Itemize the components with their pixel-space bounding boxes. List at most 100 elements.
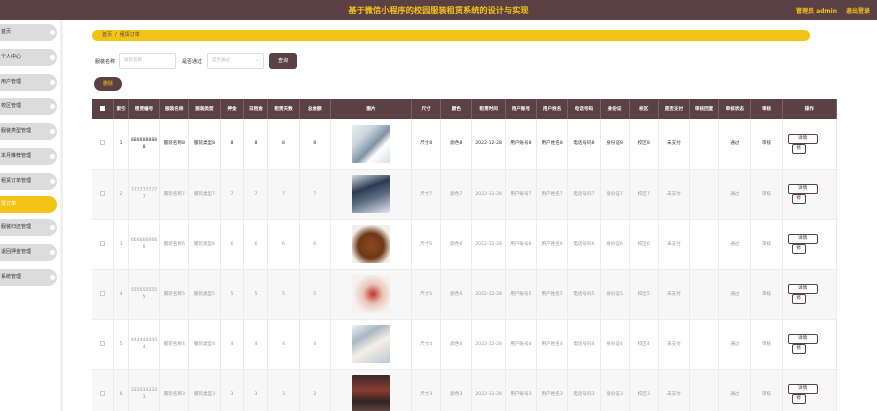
column-header[interactable]: 总金额: [299, 99, 331, 119]
sidebar-item[interactable]: 校区管理: [0, 98, 57, 115]
column-header[interactable]: 租赁时间: [471, 99, 506, 119]
detail-button[interactable]: 详情: [787, 384, 818, 394]
edit-button[interactable]: 修: [791, 244, 806, 254]
column-header[interactable]: 校区: [629, 99, 659, 119]
dot-icon: [50, 225, 55, 230]
row-checkbox[interactable]: [100, 390, 106, 396]
cell-account: 用户账号3: [505, 369, 538, 411]
row-checkbox[interactable]: [100, 340, 106, 346]
table-row[interactable]: 3 6666666666 服装名称6 服装类型6 6 6 6 6 尺寸6 颜色6 2022-12-2…: [92, 219, 838, 270]
dot-icon: [50, 55, 55, 60]
column-header[interactable]: 押金: [220, 99, 245, 119]
cell-idcard: 身份证5: [600, 269, 630, 320]
column-header[interactable]: 是否支付: [658, 99, 691, 119]
column-header[interactable]: 颜色: [440, 99, 473, 119]
cell-deposit: 8: [220, 119, 245, 170]
query-button[interactable]: 查询: [269, 53, 297, 69]
cell-audit[interactable]: 审核: [750, 319, 783, 370]
column-header[interactable]: 电话号码: [567, 99, 601, 119]
row-checkbox[interactable]: [100, 240, 106, 246]
breadcrumb-home[interactable]: 首页: [102, 32, 112, 38]
cell-audit[interactable]: 审核: [750, 369, 783, 411]
sidebar-item[interactable]: 租赁订单管理: [0, 173, 57, 190]
column-header[interactable]: 租赁天数: [267, 99, 300, 119]
cell-audit-status: 通过: [718, 269, 752, 320]
cell-account: 用户账号6: [505, 219, 538, 270]
cell-days: 4: [267, 319, 300, 370]
cell-deposit: 3: [220, 369, 245, 411]
garment-image-cell: [330, 219, 413, 270]
sidebar-item[interactable]: 首页: [0, 24, 57, 41]
detail-button[interactable]: 详情: [787, 234, 818, 244]
delete-button[interactable]: 删除: [94, 77, 122, 91]
sidebar-item[interactable]: 本月推荐管理: [0, 148, 57, 165]
cell-phone: 电话号码3: [567, 369, 601, 411]
table-row[interactable]: 1 8888888888 服装名称8 服装类型8 8 8 8 8 尺寸8 颜色8 2022-12-2…: [92, 119, 838, 170]
table-row[interactable]: 4 5555555555 服装名称5 服装类型5 5 5 5 5 尺寸5 颜色5 2022-12-2…: [92, 269, 838, 320]
sidebar-item[interactable]: 退回押金管理: [0, 244, 57, 261]
cell-audit[interactable]: 审核: [750, 219, 783, 270]
table-row[interactable]: 5 4444444444 服装名称4 服装类型4 4 4 4 4 尺寸4 颜色4 2022-12-2…: [92, 319, 838, 370]
column-header[interactable]: 索引: [113, 99, 129, 119]
cell-size: 尺寸7: [411, 169, 442, 220]
cell-color: 颜色4: [440, 319, 473, 370]
table-row[interactable]: 2 7777777777 服装名称7 服装类型7 7 7 7 7 尺寸7 颜色7 2022-12-2…: [92, 169, 838, 220]
detail-button[interactable]: 详情: [787, 184, 818, 194]
edit-button[interactable]: 修: [791, 294, 806, 304]
row-checkbox[interactable]: [100, 140, 106, 146]
edit-button[interactable]: 修: [791, 143, 806, 154]
dot-icon: [50, 275, 55, 280]
table-row[interactable]: 6 3333333333 服装名称3 服装类型3 3 3 3 3 尺寸3 颜色3 2022-12-2…: [92, 369, 838, 411]
column-header[interactable]: 图片: [330, 99, 413, 119]
row-actions: 详情修: [782, 269, 838, 320]
detail-button[interactable]: 详情: [787, 133, 818, 144]
detail-button[interactable]: 详情: [787, 284, 818, 294]
row-checkbox[interactable]: [100, 290, 106, 296]
detail-button[interactable]: 详情: [787, 334, 818, 344]
sidebar-item[interactable]: 个人中心: [0, 49, 57, 66]
column-header[interactable]: 日租金: [243, 99, 269, 119]
cell-audit[interactable]: 审核: [750, 269, 783, 320]
cell-index: 3: [113, 219, 129, 270]
column-header[interactable]: 服装名称: [159, 99, 190, 119]
row-select-cell: [92, 169, 115, 220]
column-header[interactable]: 用户姓名: [536, 99, 569, 119]
sidebar: 首页个人中心用户管理校区管理服装类型管理本月推荐管理租赁订单管理 赁订单服装归还管…: [0, 20, 63, 411]
sidebar-item[interactable]: 服装类型管理: [0, 123, 57, 140]
orders-table-wrap[interactable]: 索引 租赁编号 服装名称 服装类型 押金 日租金 租赁天数 总金额 图片 尺寸 颜色 租赁时间 用户账号…: [92, 99, 877, 411]
column-header[interactable]: 审核状态: [718, 99, 752, 119]
column-header[interactable]: 尺寸: [411, 99, 442, 119]
edit-button[interactable]: 修: [791, 394, 806, 404]
cell-reply: [689, 219, 720, 270]
cell-deposit: 7: [220, 169, 245, 220]
edit-button[interactable]: 修: [791, 194, 806, 204]
column-header[interactable]: 租赁编号: [128, 99, 161, 119]
edit-button[interactable]: 修: [791, 344, 806, 354]
sidebar-item-label: 本月推荐管理: [1, 153, 32, 159]
dot-icon: [50, 129, 55, 134]
column-header[interactable]: 操作: [782, 99, 838, 119]
sidebar-rail: [60, 20, 63, 411]
cell-days: 5: [267, 269, 300, 320]
cell-daily: 5: [243, 269, 269, 320]
garment-image: [351, 275, 390, 313]
cell-audit[interactable]: 审核: [750, 169, 783, 220]
cell-time: 2022-12-28: [471, 369, 506, 411]
cell-audit[interactable]: 审核: [750, 119, 783, 170]
name-search-input[interactable]: 服装名称: [119, 53, 176, 69]
sidebar-item[interactable]: 用户管理: [0, 74, 57, 91]
paid-filter-select[interactable]: 是否通过 ⌄: [207, 53, 264, 69]
column-header[interactable]: 审核: [750, 99, 783, 119]
select-all-checkbox[interactable]: [100, 106, 106, 111]
row-checkbox[interactable]: [100, 190, 106, 196]
column-header[interactable]: 身份证: [600, 99, 630, 119]
cell-paid: 未支付: [658, 369, 691, 411]
sidebar-item[interactable]: 系统管理: [0, 269, 57, 286]
sidebar-item[interactable]: 赁订单: [0, 196, 57, 213]
column-header[interactable]: 审核回复: [689, 99, 720, 119]
sidebar-item[interactable]: 服装归还管理: [0, 219, 57, 236]
logout-link[interactable]: 退出登录: [846, 6, 870, 15]
column-header[interactable]: 服装类型: [188, 99, 221, 119]
cell-name: 服装名称4: [159, 319, 190, 370]
column-header[interactable]: 用户账号: [505, 99, 538, 119]
